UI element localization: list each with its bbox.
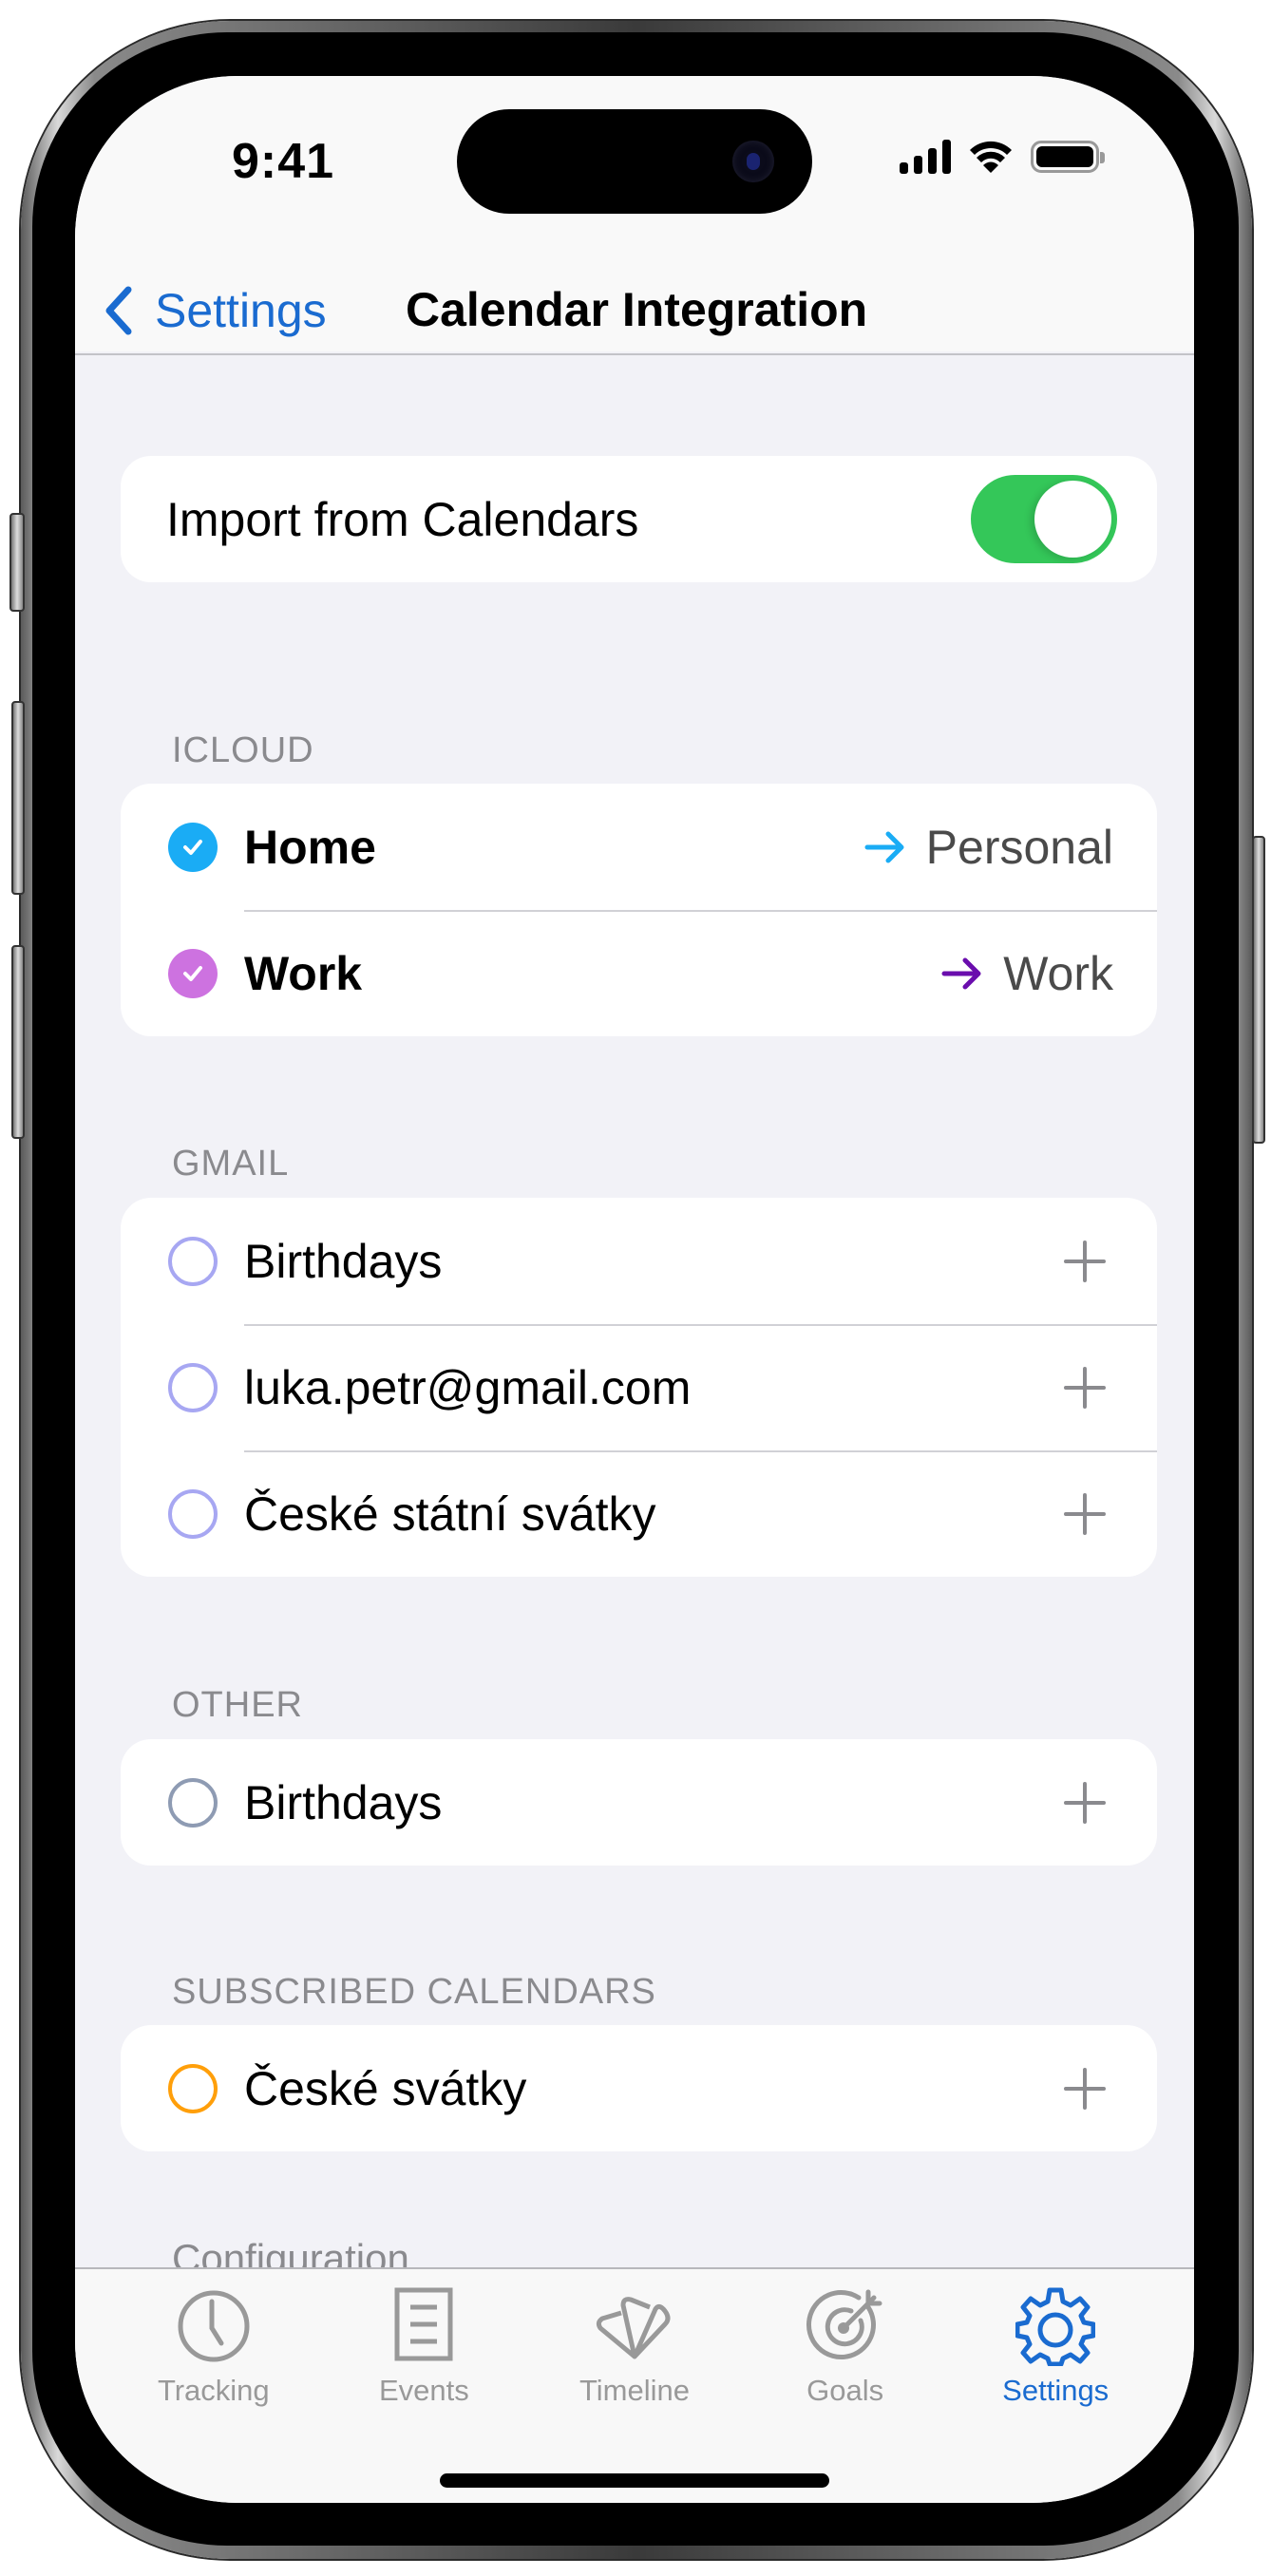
empty-circle-icon[interactable] — [168, 2063, 218, 2113]
camera-icon — [732, 141, 774, 182]
tab-goals[interactable]: Goals — [750, 2286, 940, 2408]
volume-down-button — [11, 945, 25, 1139]
calendar-row-home[interactable]: Home Personal — [121, 784, 1157, 910]
settings-list: Import from Calendars ICLOUD Home Person… — [75, 355, 1194, 2267]
import-toggle-card: Import from Calendars — [121, 456, 1157, 582]
import-toggle-row: Import from Calendars — [121, 456, 1157, 582]
calendar-row-work[interactable]: Work Work — [121, 910, 1157, 1036]
tab-label: Settings — [1002, 2374, 1110, 2407]
tab-label: Timeline — [579, 2374, 690, 2407]
empty-circle-icon[interactable] — [168, 1236, 218, 1286]
checkmark-circle-icon[interactable] — [168, 948, 218, 998]
calendar-mapping[interactable]: Personal — [863, 820, 1113, 875]
wifi-icon — [970, 141, 1012, 173]
section-header-other: OTHER — [172, 1685, 303, 1725]
mapping-target: Personal — [925, 820, 1113, 874]
target-arrow-icon — [806, 2289, 882, 2359]
calendar-name: České svátky — [244, 2061, 527, 2115]
calendar-row[interactable]: Birthdays — [121, 1739, 1157, 1866]
calendar-row[interactable]: České státní svátky — [121, 1450, 1157, 1577]
tab-events[interactable]: Events — [329, 2286, 519, 2408]
section-header-icloud: ICLOUD — [172, 730, 314, 770]
calendar-name: Birthdays — [244, 1775, 443, 1829]
gmail-card: Birthdays luka.petr@gmail.com České stát… — [121, 1198, 1157, 1577]
home-indicator[interactable] — [440, 2473, 829, 2488]
subscribed-card: České svátky — [121, 2025, 1157, 2151]
volume-up-button — [11, 701, 25, 895]
calendar-row[interactable]: Birthdays — [121, 1198, 1157, 1324]
navigation-bar: Settings Calendar Integration — [75, 266, 1194, 354]
fanned-cards-icon — [596, 2297, 671, 2359]
screen: 9:41 Settings Calendar Integration Impor… — [75, 76, 1194, 2503]
toggle-knob — [1034, 481, 1111, 558]
action-button — [9, 513, 25, 612]
arrow-right-icon — [941, 957, 981, 989]
empty-circle-icon[interactable] — [168, 1777, 218, 1828]
gear-icon — [1015, 2287, 1096, 2366]
back-button[interactable]: Settings — [100, 266, 327, 354]
section-header-gmail: GMAIL — [172, 1144, 290, 1184]
calendar-name: České státní svátky — [244, 1487, 656, 1541]
icloud-card: Home Personal Work Work — [121, 784, 1157, 1036]
plus-icon[interactable] — [1062, 1239, 1108, 1284]
other-card: Birthdays — [121, 1739, 1157, 1866]
tab-tracking[interactable]: Tracking — [119, 2286, 309, 2408]
plus-icon[interactable] — [1062, 1365, 1108, 1411]
empty-circle-icon[interactable] — [168, 1488, 218, 1539]
tab-settings[interactable]: Settings — [960, 2286, 1150, 2408]
power-button — [1252, 836, 1265, 1144]
calendar-row[interactable]: České svátky — [121, 2025, 1157, 2151]
chevron-left-icon — [105, 286, 132, 334]
tab-label: Goals — [806, 2374, 884, 2407]
section-header-subscribed: SUBSCRIBED CALENDARS — [172, 1972, 656, 2012]
import-toggle-switch[interactable] — [971, 475, 1117, 563]
status-icons — [900, 138, 1105, 176]
tab-label: Tracking — [157, 2374, 270, 2407]
status-time: 9:41 — [232, 134, 335, 189]
clock-icon — [178, 2290, 250, 2362]
import-toggle-label: Import from Calendars — [166, 492, 639, 546]
plus-icon[interactable] — [1062, 1491, 1108, 1537]
calendar-name: luka.petr@gmail.com — [244, 1360, 692, 1414]
tab-timeline[interactable]: Timeline — [540, 2286, 730, 2408]
back-label: Settings — [155, 283, 327, 337]
tab-bar: Tracking Events Timeline Goals Settings — [75, 2267, 1194, 2503]
mapping-target: Work — [1003, 946, 1113, 1000]
calendar-mapping[interactable]: Work — [940, 946, 1113, 1001]
list-document-icon — [394, 2287, 453, 2361]
calendar-row[interactable]: luka.petr@gmail.com — [121, 1324, 1157, 1450]
page-title: Calendar Integration — [406, 283, 868, 336]
calendar-name: Work — [244, 946, 363, 1000]
checkmark-circle-icon[interactable] — [168, 822, 218, 872]
calendar-name: Home — [244, 820, 376, 874]
section-header-configuration: Configuration — [172, 2236, 409, 2267]
plus-icon[interactable] — [1062, 2066, 1108, 2112]
tab-label: Events — [379, 2374, 469, 2407]
status-bar: 9:41 Settings Calendar Integration — [75, 76, 1194, 351]
plus-icon[interactable] — [1062, 1780, 1108, 1826]
dynamic-island — [457, 109, 812, 214]
empty-circle-icon[interactable] — [168, 1362, 218, 1412]
arrow-right-icon — [864, 831, 904, 862]
battery-icon — [1031, 141, 1105, 173]
calendar-name: Birthdays — [244, 1234, 443, 1288]
cellular-signal-icon — [900, 140, 951, 174]
